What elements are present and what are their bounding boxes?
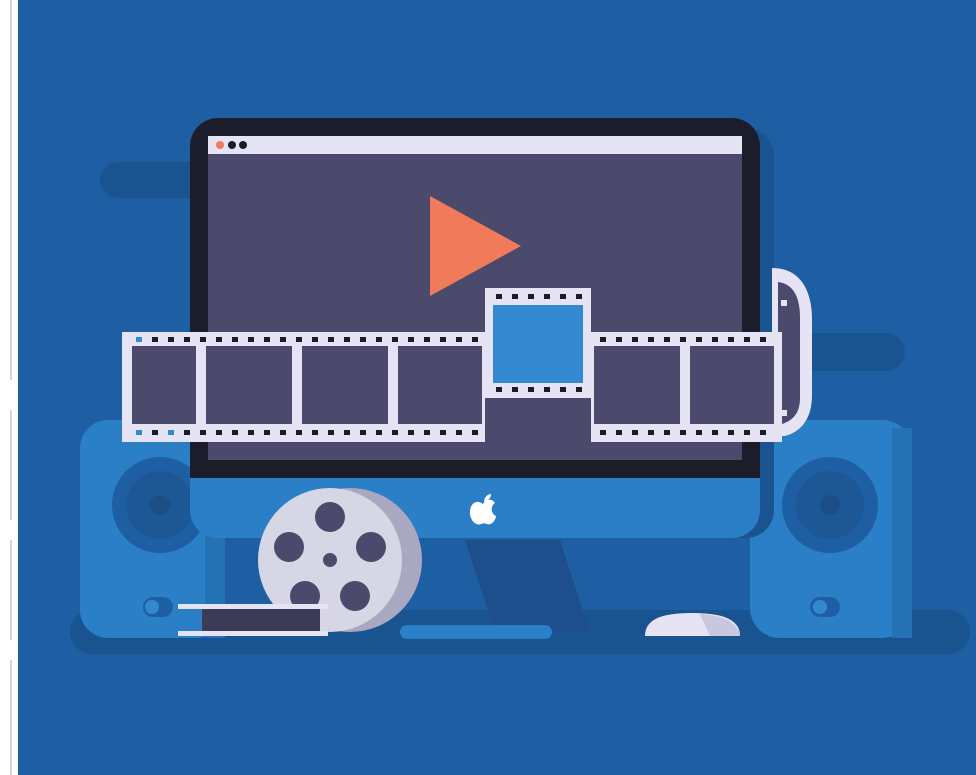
- video-editing-illustration: [0, 0, 976, 775]
- browser-bar: [208, 136, 742, 154]
- monitor-stand-base: [400, 625, 552, 639]
- window-close-dot: [216, 141, 224, 149]
- speaker-icon: [750, 420, 912, 638]
- monitor: [190, 118, 774, 538]
- film-highlight-frame: [493, 305, 583, 383]
- window-minimize-dot: [228, 141, 236, 149]
- left-margin: [0, 0, 18, 775]
- window-maximize-dot: [239, 141, 247, 149]
